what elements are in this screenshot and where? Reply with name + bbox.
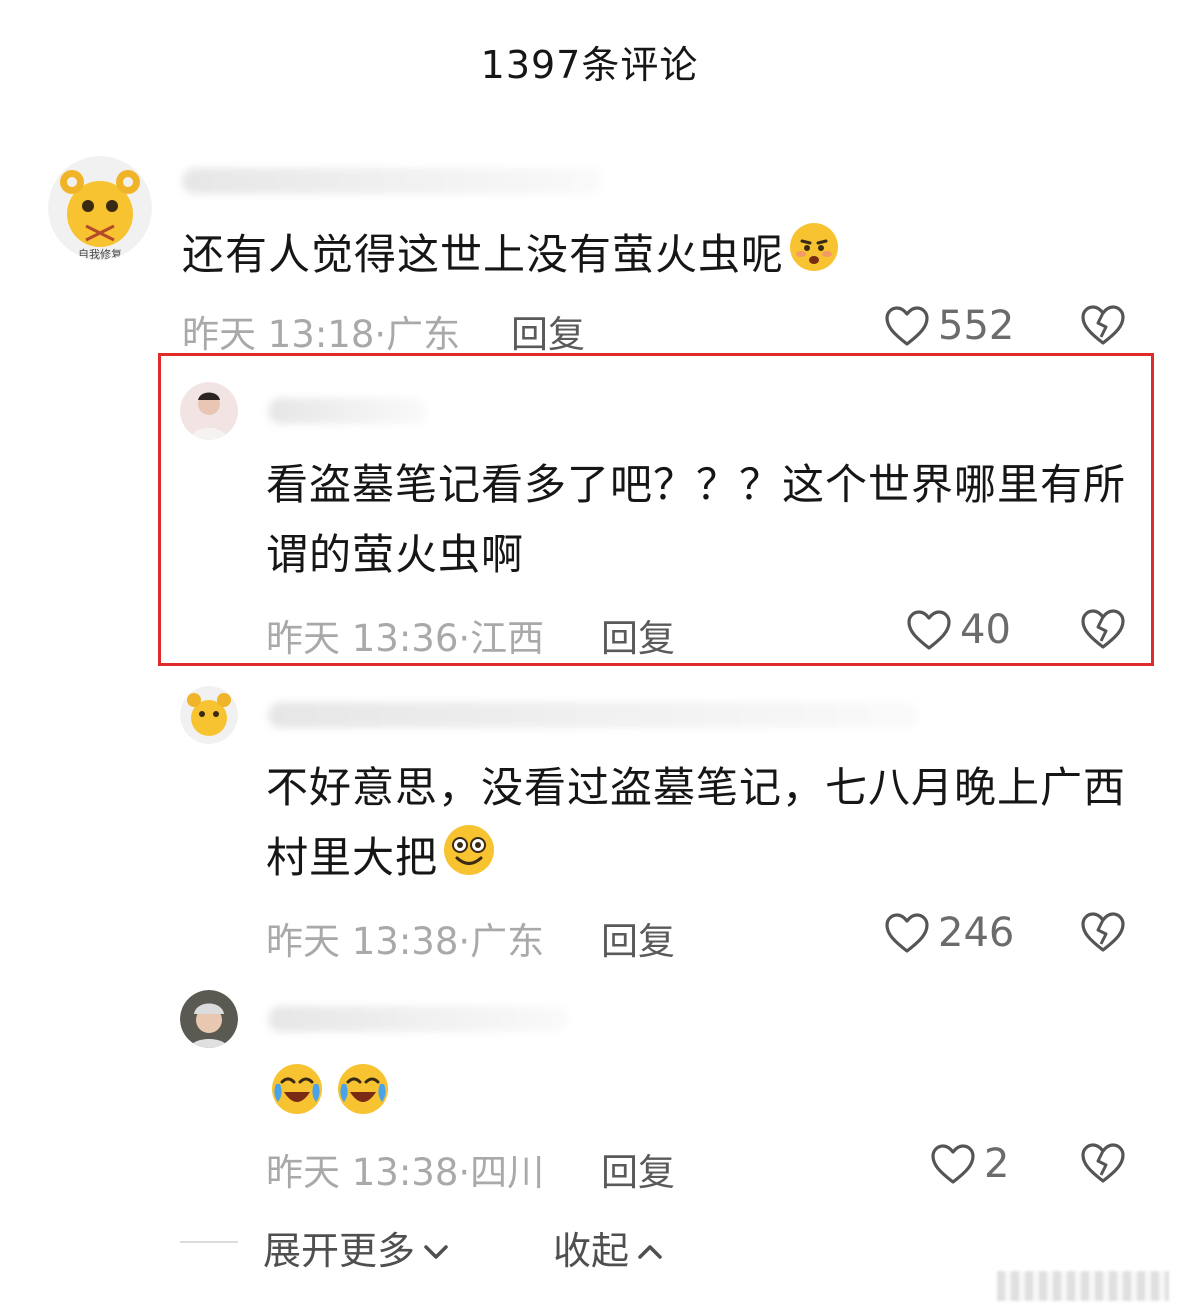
page-title: 1397条评论	[480, 43, 699, 87]
ok-hand-emoji-avatar	[180, 686, 238, 744]
like-button[interactable]: 552	[884, 302, 1014, 350]
heart-icon	[884, 305, 930, 347]
dislike-button[interactable]	[1080, 1142, 1126, 1184]
expand-more-button[interactable]: 展开更多	[263, 1220, 449, 1275]
collapse-label: 收起	[553, 1229, 630, 1273]
heart-icon	[930, 1143, 976, 1185]
person-avatar-icon	[180, 382, 238, 440]
dislike-button[interactable]	[1080, 304, 1126, 346]
avatar[interactable]	[180, 990, 238, 1048]
reply-button[interactable]: 回复	[601, 1142, 675, 1196]
username-blurred[interactable]	[268, 398, 428, 424]
username-blurred[interactable]	[268, 702, 918, 728]
chevron-up-icon	[637, 1226, 663, 1270]
comment-text	[270, 1062, 390, 1120]
avatar[interactable]	[180, 382, 238, 440]
crying-laughing-emoji	[270, 1062, 324, 1120]
broken-heart-icon	[1080, 911, 1126, 953]
comment-meta: 昨天 13:18·广东	[182, 313, 461, 356]
comment-text: 还有人觉得这世上没有萤火虫呢	[182, 220, 1142, 294]
smiling-face-emoji	[442, 823, 496, 898]
like-count: 2	[984, 1141, 1010, 1187]
like-count: 40	[960, 607, 1011, 653]
dislike-button[interactable]	[1080, 608, 1126, 650]
broken-heart-icon	[1080, 608, 1126, 650]
broken-heart-icon	[1080, 1142, 1126, 1184]
crying-laughing-emoji	[336, 1062, 390, 1120]
comment-text: 看盗墓笔记看多了吧？？？这个世界哪里有所谓的萤火虫啊	[266, 460, 1127, 579]
comment-meta: 昨天 13:36·江西	[266, 617, 545, 660]
comment-meta: 昨天 13:38·广东	[266, 920, 545, 963]
like-count: 552	[938, 303, 1015, 349]
like-count: 246	[938, 910, 1015, 956]
username-blurred[interactable]	[182, 168, 602, 194]
avatar[interactable]: 自我修复	[48, 156, 152, 260]
comment-meta: 昨天 13:38·四川	[266, 1151, 545, 1194]
heart-icon	[906, 609, 952, 651]
divider	[180, 1241, 238, 1243]
collapse-button[interactable]: 收起	[553, 1220, 663, 1275]
reply-button[interactable]: 回复	[601, 911, 675, 965]
heart-icon	[884, 912, 930, 954]
avatar[interactable]	[180, 686, 238, 744]
person-with-cap-avatar-icon	[180, 990, 238, 1048]
weary-face-emoji	[788, 221, 840, 294]
reply-button[interactable]: 回复	[511, 304, 585, 358]
broken-heart-icon	[1080, 304, 1126, 346]
expand-more-label: 展开更多	[263, 1229, 416, 1273]
like-button[interactable]: 40	[906, 606, 1011, 654]
ok-hand-emoji-avatar: 自我修复	[48, 156, 152, 260]
svg-text:自我修复: 自我修复	[78, 247, 122, 260]
comment-text: 不好意思，没看过盗墓笔记，七八月晚上广西村里大把	[266, 753, 1136, 898]
chevron-down-icon	[423, 1226, 449, 1270]
reply-button[interactable]: 回复	[601, 608, 675, 662]
like-button[interactable]: 2	[930, 1140, 1009, 1188]
dislike-button[interactable]	[1080, 911, 1126, 953]
watermark	[997, 1271, 1169, 1301]
username-blurred[interactable]	[268, 1006, 568, 1032]
like-button[interactable]: 246	[884, 909, 1014, 957]
